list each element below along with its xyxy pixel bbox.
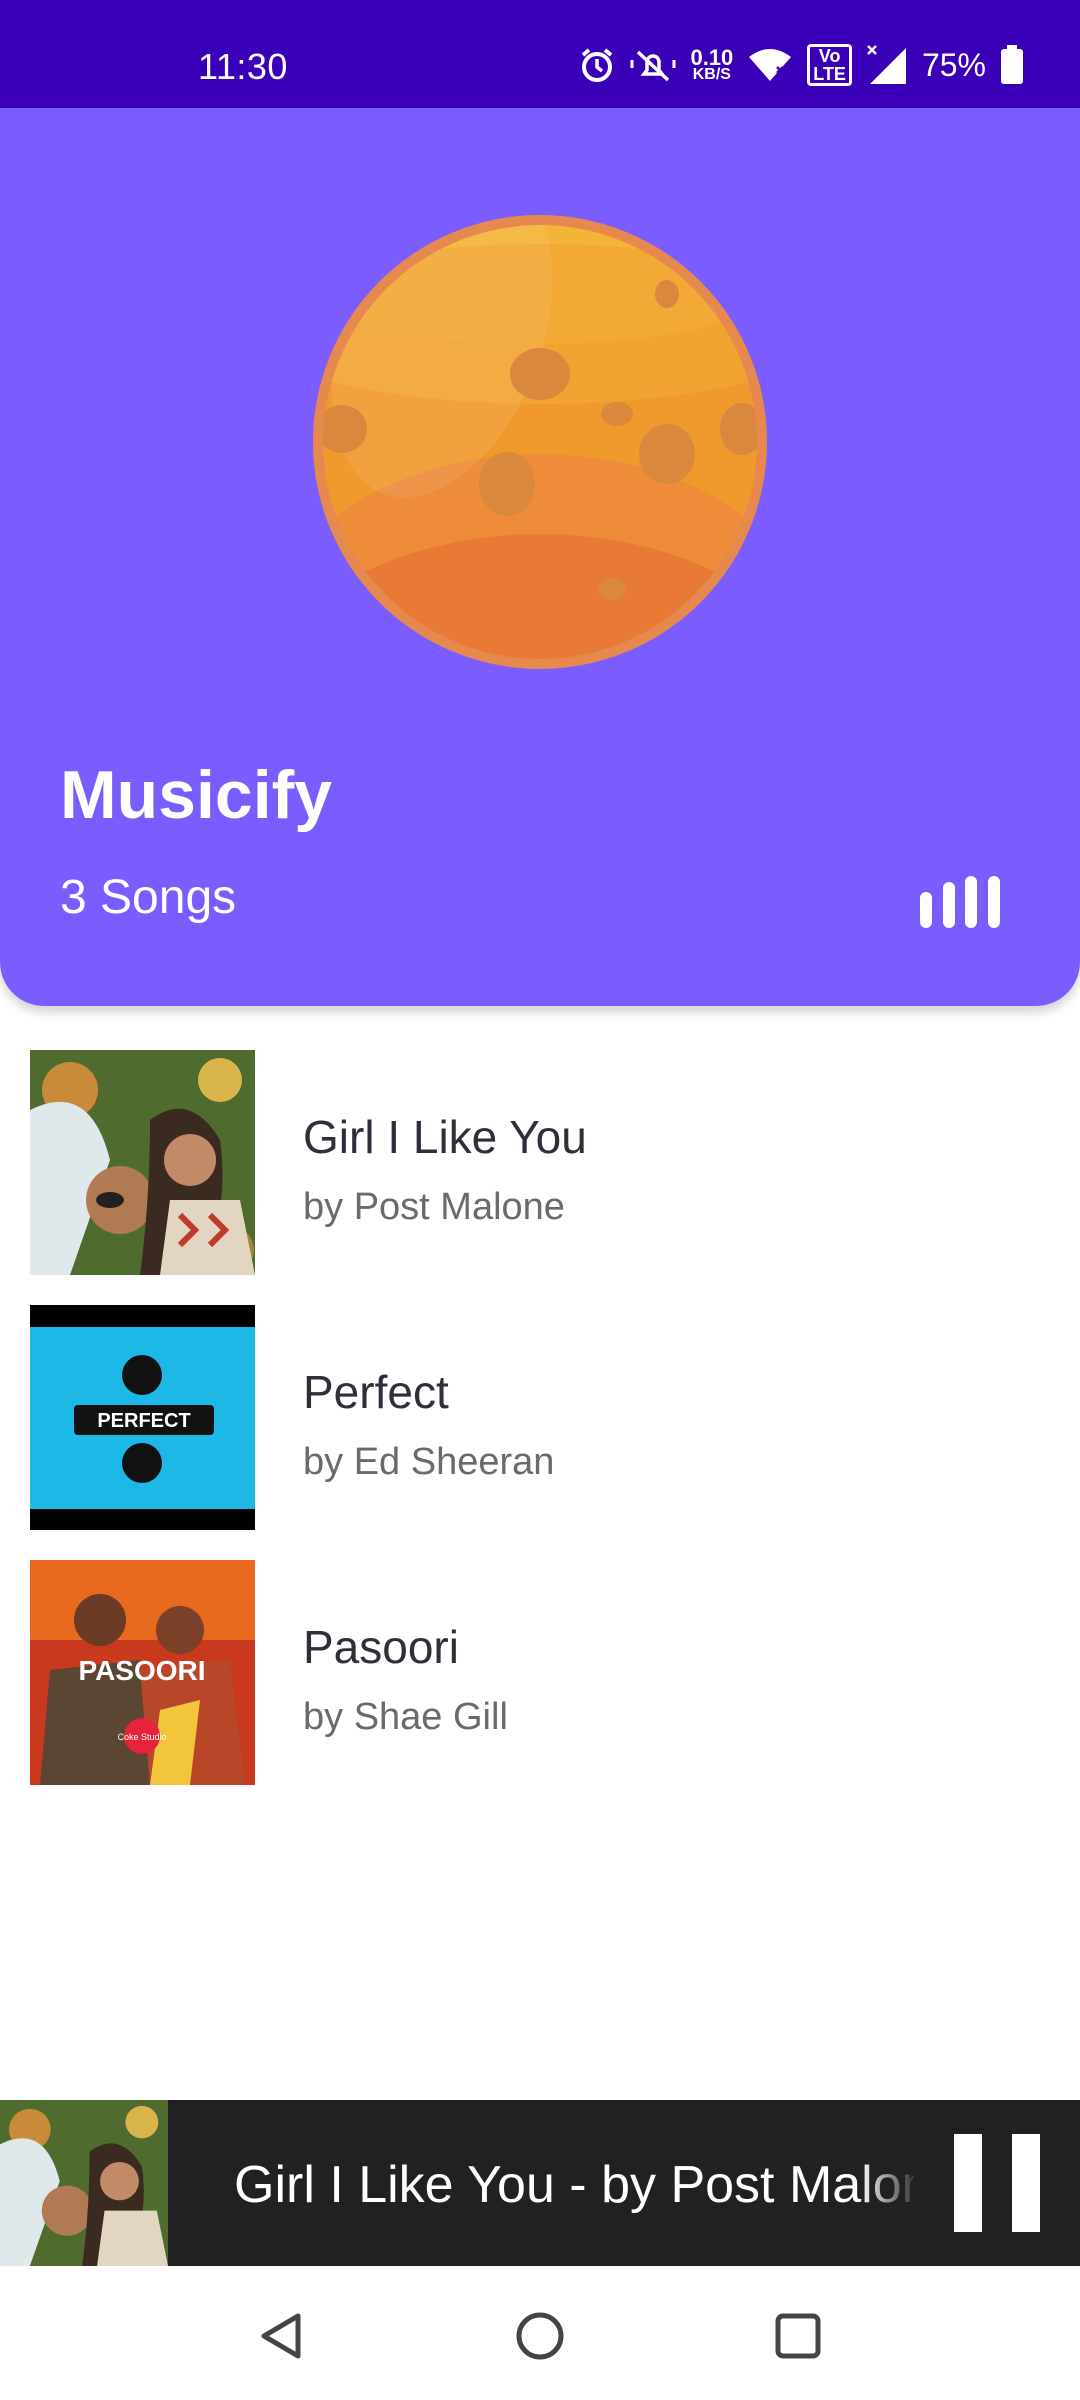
song-list: Girl I Like You by Post Malone PERFECT P… <box>0 1050 1080 1815</box>
song-artist: by Shae Gill <box>303 1696 508 1738</box>
planet-logo <box>312 214 768 670</box>
pause-button[interactable] <box>954 2134 1040 2232</box>
mini-player-album-art <box>0 2100 168 2266</box>
song-title: Girl I Like You <box>303 1111 587 1163</box>
song-item[interactable]: PERFECT Perfect by Ed Sheeran <box>0 1305 1080 1530</box>
now-playing-text-wrap: Girl I Like You - by Post Malone <box>234 2140 914 2230</box>
song-title: Pasoori <box>303 1621 459 1673</box>
album-art <box>30 1050 255 1275</box>
now-playing-text: Girl I Like You - by Post Malone <box>234 2156 914 2214</box>
song-artist: by Post Malone <box>303 1186 565 1228</box>
album-art: PERFECT <box>30 1305 255 1530</box>
volte-bottom: LTE <box>813 64 846 84</box>
status-time: 11:30 <box>198 46 288 87</box>
album-art: PASOORI Coke Studio <box>30 1560 255 1785</box>
wifi-icon <box>747 47 793 83</box>
volte-badge: Vo LTE <box>807 44 852 86</box>
battery-percent: 75% <box>921 46 986 83</box>
recents-icon[interactable] <box>770 2308 826 2364</box>
header-card: Musicify 3 Songs <box>0 108 1080 1006</box>
home-icon[interactable] <box>512 2308 568 2364</box>
app-title: Musicify <box>60 757 333 833</box>
status-icons: 0.10 KB/S Vo LTE 75% <box>578 44 1024 86</box>
pasoori-art-text: PASOORI <box>78 1655 205 1686</box>
net-speed: 0.10 KB/S <box>690 44 734 83</box>
net-speed-value: 0.10 <box>690 44 734 70</box>
signal-icon <box>866 44 908 86</box>
alarm-icon <box>578 46 616 84</box>
pasoori-art-badge: Coke Studio <box>117 1732 166 1742</box>
perfect-art-text: PERFECT <box>97 1410 190 1432</box>
mini-player[interactable]: Girl I Like You - by Post Malone <box>0 2100 1080 2266</box>
volte-top: Vo <box>818 46 841 66</box>
song-artist: by Ed Sheeran <box>303 1441 555 1483</box>
status-bar: 11:30 0.10 KB/S Vo LTE 75% <box>0 0 1080 108</box>
net-speed-unit: KB/S <box>692 65 731 83</box>
pause-bar-right <box>1012 2134 1040 2232</box>
song-count: 3 Songs <box>60 871 237 924</box>
battery-icon <box>1000 45 1024 85</box>
mute-icon <box>630 46 676 84</box>
song-item[interactable]: PASOORI Coke Studio Pasoori by Shae Gill <box>0 1560 1080 1785</box>
back-icon[interactable] <box>254 2308 310 2364</box>
song-title: Perfect <box>303 1366 449 1418</box>
equalizer-bars-icon[interactable] <box>920 872 1000 928</box>
pause-bar-left <box>954 2134 982 2232</box>
now-playing-fade <box>860 2120 920 2250</box>
song-item[interactable]: Girl I Like You by Post Malone <box>0 1050 1080 1275</box>
navigation-bar <box>0 2266 1080 2400</box>
